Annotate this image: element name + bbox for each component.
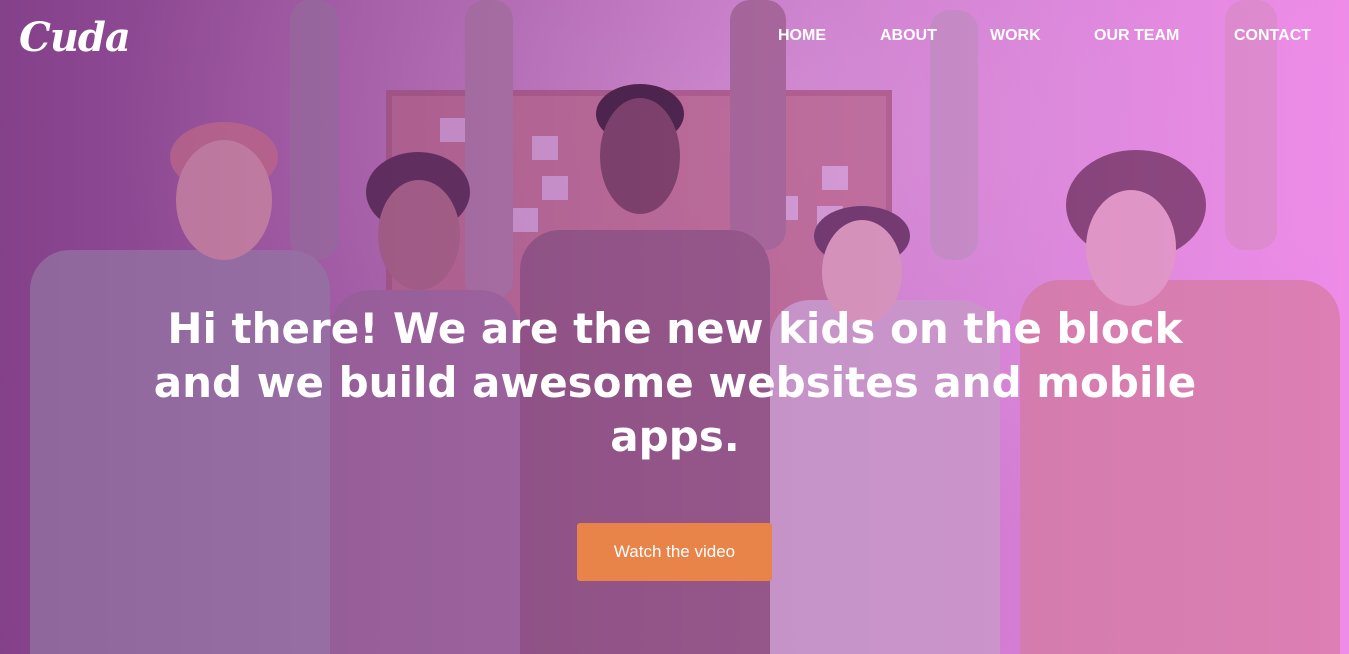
hero-headline: Hi there! We are the new kids on the blo… — [153, 304, 1197, 461]
hero-section: Cuda HOME ABOUT WORK OUR TEAM CONTACT Hi… — [0, 0, 1349, 654]
nav-link-about[interactable]: ABOUT — [880, 27, 937, 45]
nav-link-contact[interactable]: CONTACT — [1234, 27, 1311, 45]
nav-link-work[interactable]: WORK — [990, 27, 1041, 45]
nav-link-home[interactable]: HOME — [778, 27, 826, 45]
main-nav: HOME ABOUT WORK OUR TEAM CONTACT — [0, 27, 1349, 47]
watch-video-button[interactable]: Watch the video — [577, 523, 772, 581]
nav-link-our-team[interactable]: OUR TEAM — [1094, 27, 1179, 45]
